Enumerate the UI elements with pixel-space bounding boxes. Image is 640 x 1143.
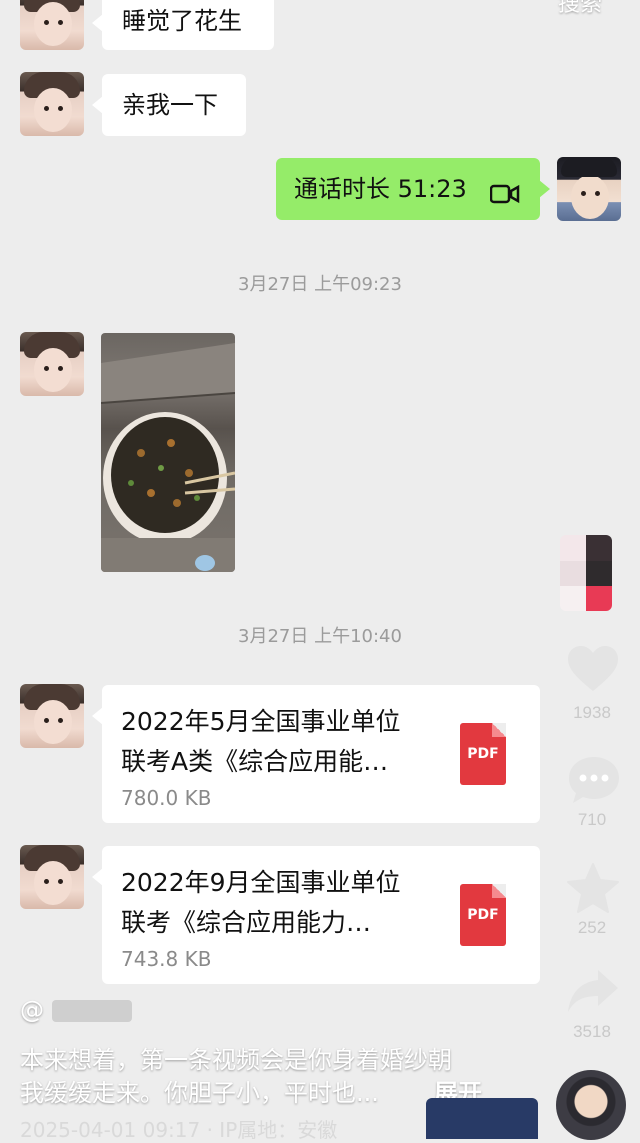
file-message[interactable]: 2022年9月全国事业单位 联考《综合应用能力… 743.8 KB PDF [92,846,540,984]
author-handle[interactable]: @ [20,996,132,1024]
pdf-badge-label: PDF [467,907,499,923]
contact-avatar[interactable] [20,332,84,396]
mini-preview-card[interactable] [426,1098,538,1139]
comment-bubble-icon[interactable] [567,755,621,809]
message-timestamp: 3月27日 上午10:40 [238,626,402,647]
like-heart-icon[interactable] [566,645,620,697]
favorite-star-icon[interactable] [566,862,620,918]
favorite-count: 252 [577,918,607,937]
blurred-username [51,1000,132,1022]
comment-count: 710 [577,810,607,829]
file-name-line1: 2022年9月全国事业单位 [121,868,401,897]
message-bubble[interactable]: 亲我一下 [92,74,246,136]
image-message[interactable] [101,333,235,572]
contact-avatar[interactable] [20,845,84,909]
contact-avatar[interactable] [20,684,84,748]
author-avatar-mosaic[interactable] [560,535,612,611]
message-text: 睡觉了花生 [122,7,242,35]
self-avatar[interactable] [557,157,621,221]
call-record-bubble[interactable]: 通话时长 51:23 [276,158,550,220]
share-count: 3518 [573,1022,611,1041]
search-button[interactable]: 搜索 [558,0,602,18]
message-bubble[interactable]: 睡觉了花生 [92,0,274,50]
pdf-file-icon: PDF [460,884,506,946]
contact-avatar[interactable] [20,0,84,50]
call-duration-text: 通话时长 51:23 [294,175,467,203]
file-message[interactable]: 2022年5月全国事业单位 联考A类《综合应用能… 780.0 KB PDF [92,685,540,823]
music-disc-avatar[interactable] [556,1070,626,1140]
file-name-line2: 联考A类《综合应用能… [121,747,389,776]
caption-line2: 我缓缓走来。你胆子小，平时也... [20,1079,379,1107]
video-call-icon [489,180,520,204]
file-name-line1: 2022年5月全国事业单位 [121,707,401,736]
pdf-badge-label: PDF [467,746,499,762]
contact-avatar[interactable] [20,72,84,136]
author-at: @ [20,996,44,1024]
pdf-file-icon: PDF [460,723,506,785]
share-arrow-icon[interactable] [566,968,620,1018]
caption-line1: 本来想着，第一条视频会是你身着婚纱朝 [20,1046,452,1074]
file-name-line2: 联考《综合应用能力… [121,908,372,937]
message-text: 亲我一下 [122,91,218,119]
file-size: 743.8 KB [121,947,212,971]
message-timestamp: 3月27日 上午09:23 [238,274,402,295]
file-size: 780.0 KB [121,786,212,810]
like-count: 1938 [573,703,611,722]
